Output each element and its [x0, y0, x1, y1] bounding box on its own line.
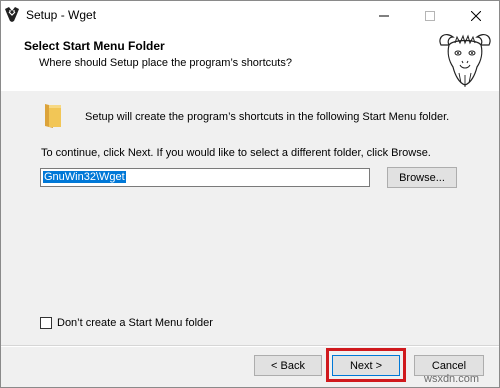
page-title: Select Start Menu Folder — [24, 39, 165, 53]
gnu-head-logo — [439, 33, 491, 87]
title-bar: Setup - Wget — [1, 1, 499, 30]
header-divider — [1, 90, 499, 91]
page-subtitle: Where should Setup place the program’s s… — [39, 57, 292, 69]
wizard-header: Select Start Menu Folder Where should Se… — [1, 30, 499, 91]
instruction-text: To continue, click Next. If you would li… — [41, 147, 431, 159]
close-button[interactable] — [453, 1, 499, 30]
folder-value: GnuWin32\Wget — [43, 171, 126, 183]
maximize-icon — [425, 10, 435, 21]
no-start-menu-checkbox[interactable] — [40, 317, 52, 329]
close-icon — [471, 10, 481, 21]
watermark: wsxdn.com — [424, 373, 480, 385]
folder-icon — [45, 104, 61, 128]
start-menu-folder-field[interactable]: GnuWin32\Wget — [40, 168, 370, 187]
info-text: Setup will create the program’s shortcut… — [85, 111, 450, 123]
window-title: Setup - Wget — [26, 8, 97, 22]
back-button[interactable]: < Back — [254, 355, 322, 376]
maximize-button[interactable] — [407, 1, 453, 30]
no-start-menu-option[interactable]: Don’t create a Start Menu folder — [40, 317, 213, 329]
setup-window: Setup - Wget Select Start Menu Folder Wh… — [0, 0, 500, 388]
footer-separator — [1, 345, 499, 347]
next-highlight-annotation — [326, 348, 406, 382]
checkbox-label: Don’t create a Start Menu folder — [57, 317, 213, 329]
minimize-button[interactable] — [361, 1, 407, 30]
minimize-icon — [379, 15, 389, 16]
gnu-app-icon — [5, 7, 19, 22]
browse-button[interactable]: Browse... — [387, 167, 457, 188]
